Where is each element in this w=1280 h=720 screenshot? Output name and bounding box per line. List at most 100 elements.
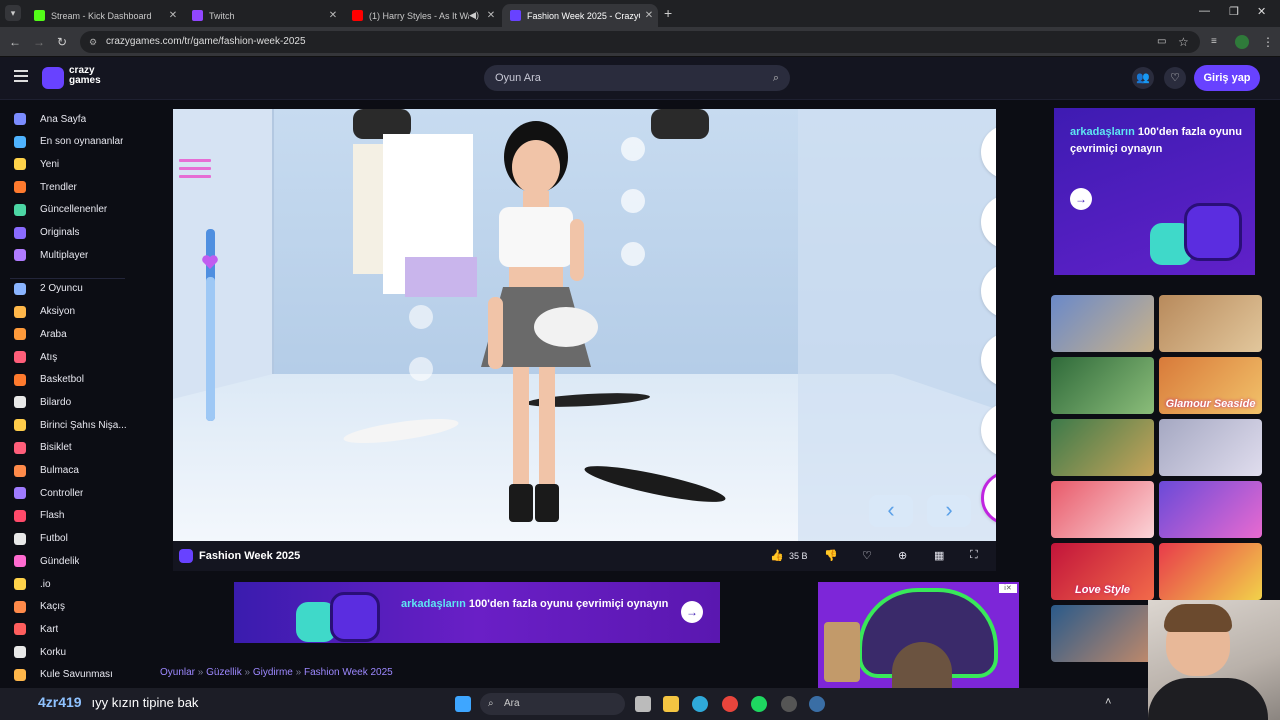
sidebar-item[interactable]: Trendler [0,177,133,197]
sidebar-item[interactable]: Aksiyon [0,302,133,322]
bookmark-star-icon[interactable]: ☆ [1178,34,1189,50]
friends-icon[interactable]: 👥 [1132,67,1154,89]
close-icon[interactable]: ✕ [482,10,500,21]
edge-icon[interactable] [692,696,708,712]
sidebar-item[interactable]: Controller [0,483,133,503]
sidebar-item[interactable]: Bisiklet [0,438,133,458]
sidebar-item[interactable]: Güncellenenler [0,200,133,220]
next-arrow-icon[interactable]: › [927,495,971,527]
back-icon[interactable]: ← [9,34,21,50]
close-icon[interactable]: ✕ [164,10,182,21]
chrome-icon[interactable] [722,696,738,712]
dislike-icon[interactable]: 👎 [824,549,838,562]
category-icon [14,487,26,500]
game-thumbnail[interactable] [1051,357,1154,414]
banner-arrow-button[interactable]: → [681,601,703,623]
media-icon[interactable]: ≡ [1211,34,1217,50]
breadcrumb-current[interactable]: Fashion Week 2025 [304,667,393,678]
ad-info-icon[interactable]: i✕ [999,584,1017,593]
game-thumbnail[interactable] [1051,419,1154,476]
game-thumbnail[interactable] [1051,605,1154,662]
report-icon[interactable]: ⊕ [898,549,907,562]
tab-label: Stream - Kick Dashboard [51,10,152,21]
streamer-shirt [1148,678,1268,720]
sidebar-item[interactable]: Multiplayer [0,245,133,265]
tray-chevron-icon[interactable]: ˄ [1105,696,1111,708]
close-icon[interactable]: ✕ [324,10,342,21]
game-thumbnail[interactable] [1159,295,1262,352]
sidebar-item[interactable]: Kaçış [0,597,133,617]
like-icon[interactable]: 👍 [770,549,784,562]
friends-promo-banner[interactable]: arkadaşların 100'den fazla oyunu çevrimi… [234,582,720,643]
heart-icon[interactable]: ♡ [1164,67,1186,89]
hamburger-icon[interactable] [14,70,28,82]
friends-promo-sidebar[interactable]: arkadaşların 100'den fazla oyunu çevrimi… [1054,108,1255,275]
cast-icon[interactable]: ▭ [1157,34,1166,50]
tab-twitch[interactable]: Twitch ✕ [184,4,342,27]
sidebar-item[interactable]: Bilardo [0,392,133,412]
game-thumbnail[interactable] [1159,419,1262,476]
crazygames-logo[interactable]: crazy games [42,66,122,92]
sidebar-item[interactable]: Futbol [0,529,133,549]
login-button[interactable]: Giriş yap [1194,65,1260,91]
sidebar-item[interactable]: Flash [0,506,133,526]
sidebar-item[interactable]: Araba [0,324,133,344]
sidebar-item[interactable]: Originals [0,223,133,243]
sidebar-item[interactable]: Kule Savunması [0,665,133,685]
game-thumbnail[interactable]: Glamour Seaside [1159,357,1262,414]
category-icon [14,532,26,545]
embed-icon[interactable]: ▦ [934,549,944,562]
favorite-heart-icon[interactable]: ♡ [862,549,872,562]
sidebar-item[interactable]: Bulmaca [0,461,133,481]
game-thumbnail[interactable] [1159,481,1262,538]
site-info-icon[interactable]: ⚙ [89,31,97,53]
search-icon[interactable]: ⌕ [773,65,779,91]
reload-icon[interactable]: ↻ [57,34,67,50]
game-thumbnail[interactable] [1051,295,1154,352]
obs-icon[interactable] [781,696,797,712]
sidebar-banner-arrow[interactable]: → [1070,188,1092,210]
tab-list-button[interactable]: ▾ [5,5,21,21]
sidebar-item[interactable]: Korku [0,642,133,662]
game-canvas[interactable]: ‹ › [173,109,996,541]
fullscreen-icon[interactable]: ⛶ [970,549,978,562]
url-bar[interactable]: ⚙ crazygames.com/tr/game/fashion-week-20… [80,31,1200,53]
taskbar-search[interactable]: ⌕ Ara [480,693,625,715]
close-window-button[interactable]: ✕ [1257,5,1266,18]
game-thumbnail[interactable] [1051,481,1154,538]
task-view-icon[interactable] [635,696,651,712]
game-thumbnail[interactable] [1159,543,1262,600]
breadcrumb-link[interactable]: Giydirme [253,667,293,678]
game-thumbnail[interactable]: Love Style [1051,543,1154,600]
tab-kick[interactable]: Stream - Kick Dashboard ✕ [26,4,182,27]
sidebar-item[interactable]: 2 Oyuncu [0,279,133,299]
menu-icon[interactable]: ⋮ [1262,34,1274,50]
new-tab-button[interactable]: + [664,5,672,21]
minimize-button[interactable]: — [1199,5,1210,17]
restore-button[interactable]: ❐ [1229,5,1239,18]
sidebar-item[interactable]: Kart [0,619,133,639]
speaker-icon[interactable]: ◀) [469,10,479,21]
sidebar-item[interactable]: Atış [0,347,133,367]
sidebar-item[interactable]: Birinci Şahıs Nişa... [0,415,133,435]
profile-avatar[interactable] [1235,35,1249,49]
tab-crazygames[interactable]: Fashion Week 2025 - CrazyGa ✕ [502,4,658,27]
windows-start-icon[interactable] [455,696,471,712]
breadcrumb-link[interactable]: Güzellik [206,667,242,678]
sidebar-item[interactable]: Yeni [0,154,133,174]
tab-youtube[interactable]: (1) Harry Styles - As It Was ( ◀) ✕ [344,4,500,27]
spotify-icon[interactable] [751,696,767,712]
close-icon[interactable]: ✕ [640,10,658,21]
previous-arrow-icon[interactable]: ‹ [869,495,913,527]
sidebar-item[interactable]: Ana Sayfa [0,109,133,129]
forward-icon[interactable]: → [33,34,45,50]
sidebar-item[interactable]: Basketbol [0,370,133,390]
sidebar-item[interactable]: .io [0,574,133,594]
file-explorer-icon[interactable] [663,696,679,712]
sidebar-item[interactable]: En son oynananlar [0,132,133,152]
advertisement[interactable]: i✕ [818,582,1019,688]
search-input[interactable]: Oyun Ara ⌕ [484,65,790,91]
breadcrumb-link[interactable]: Oyunlar [160,667,195,678]
steam-icon[interactable] [809,696,825,712]
sidebar-item[interactable]: Gündelik [0,551,133,571]
